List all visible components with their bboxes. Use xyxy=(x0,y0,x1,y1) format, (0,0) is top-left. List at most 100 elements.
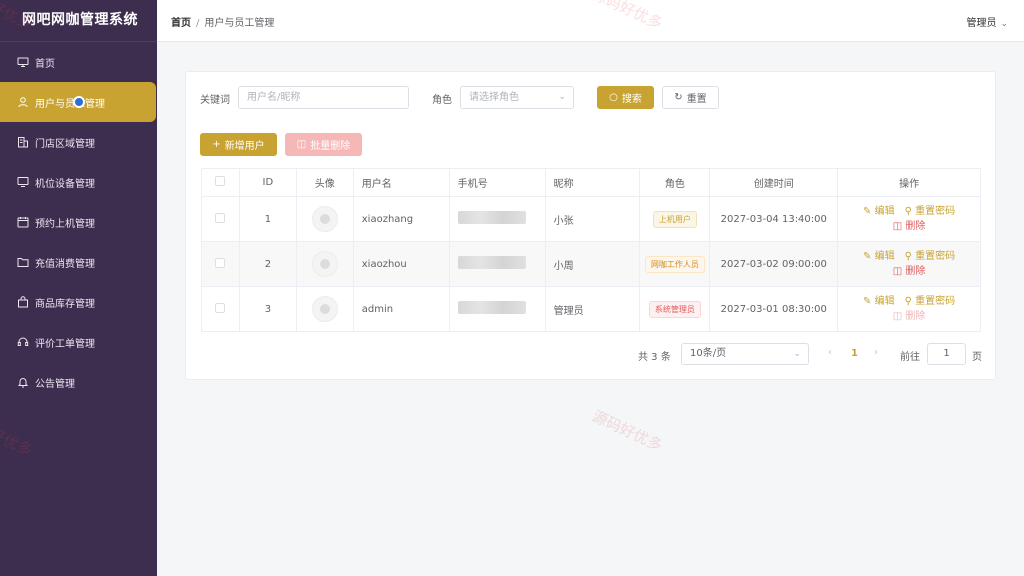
next-page-button[interactable]: › xyxy=(874,347,878,358)
select-all-cell[interactable] xyxy=(201,168,240,197)
edit-button[interactable]: ✎ 编辑 xyxy=(863,204,895,219)
sidebar-item-label: 首页 xyxy=(35,58,55,70)
add-user-button-label: 新增用户 xyxy=(224,141,265,152)
row-checkbox[interactable] xyxy=(215,302,226,313)
row-checkbox[interactable] xyxy=(215,212,226,223)
edit-button[interactable]: ✎ 编辑 xyxy=(863,249,895,264)
table-row: 3 admin 管理员 系统管理员 2027-03-01 08:30:00 ✎ … xyxy=(201,286,981,332)
avatar xyxy=(311,251,338,277)
table-header-row: ID 头像 用户名 手机号 昵称 角色 创建时间 操作 xyxy=(201,168,981,197)
sidebar-item-booking[interactable]: 预约上机管理 xyxy=(0,202,157,242)
delete-button[interactable]: ◫ 删除 xyxy=(893,264,926,279)
reset-password-label: 重置密码 xyxy=(915,206,956,217)
select-all-checkbox[interactable] xyxy=(215,176,226,186)
breadcrumb: 首页 / 用户与员工管理 xyxy=(171,14,274,29)
sidebar-item-label: 预约上机管理 xyxy=(35,218,95,230)
column-header-created: 创建时间 xyxy=(709,168,839,197)
masked-phone xyxy=(457,301,526,314)
breadcrumb-current: 用户与员工管理 xyxy=(204,18,275,29)
role-select[interactable]: 请选择角色 ⌄ xyxy=(460,86,574,109)
sidebar-item-devices[interactable]: 机位设备管理 xyxy=(0,162,157,202)
delete-label: 删除 xyxy=(905,266,926,277)
edit-label: 编辑 xyxy=(874,251,895,262)
user-menu[interactable]: 管理员 ⌄ xyxy=(966,14,1008,29)
cell-nickname: 小周 xyxy=(544,241,641,287)
sidebar-item-reviews[interactable]: 评价工单管理 xyxy=(0,322,157,362)
page-size-value: 10条/页 xyxy=(690,348,727,359)
cell-id: 2 xyxy=(238,241,297,287)
cell-nickname: 管理员 xyxy=(544,286,641,332)
key-icon: ⚲ xyxy=(904,206,912,217)
search-button-label: 搜索 xyxy=(621,94,642,105)
sidebar-item-inventory[interactable]: 商品库存管理 xyxy=(0,282,157,322)
sidebar-item-stores[interactable]: 门店区域管理 xyxy=(0,122,157,162)
delete-button-disabled: ◫ 删除 xyxy=(893,309,926,324)
table-row: 2 xiaozhou 小周 网咖工作人员 2027-03-02 09:00:00… xyxy=(201,241,981,287)
chevron-down-icon: ⌄ xyxy=(1000,19,1008,29)
user-icon xyxy=(17,96,29,108)
trash-icon: ◫ xyxy=(892,266,903,277)
goto-unit: 页 xyxy=(972,352,982,363)
cell-created: 2027-03-04 13:40:00 xyxy=(709,196,839,242)
keyword-label: 关键词 xyxy=(200,95,230,106)
column-header-username: 用户名 xyxy=(352,168,450,197)
top-bar: 首页 / 用户与员工管理 管理员 ⌄ xyxy=(157,0,1024,42)
masked-phone xyxy=(457,256,526,269)
sidebar-item-label: 评价工单管理 xyxy=(35,338,95,350)
edit-icon: ✎ xyxy=(863,251,872,262)
sidebar-item-label: 公告管理 xyxy=(35,378,75,390)
edit-button[interactable]: ✎ 编辑 xyxy=(863,294,895,309)
cell-username: xiaozhang xyxy=(352,196,450,242)
page-size-select[interactable]: 10条/页 ⌄ xyxy=(681,343,809,365)
sidebar-item-label: 充值消费管理 xyxy=(35,258,95,270)
reset-password-button[interactable]: ⚲ 重置密码 xyxy=(905,294,956,309)
avatar xyxy=(311,206,338,232)
sidebar-item-notices[interactable]: 公告管理 xyxy=(0,362,157,402)
trash-icon: ◫ xyxy=(892,311,903,322)
page-number-current[interactable]: 1 xyxy=(851,348,858,359)
sidebar-item-label: 门店区域管理 xyxy=(35,138,95,150)
users-table: ID 头像 用户名 手机号 昵称 角色 创建时间 操作 1 xiaozhang … xyxy=(201,168,981,332)
prev-page-button[interactable]: ‹ xyxy=(828,347,832,358)
cell-username: admin xyxy=(352,286,450,332)
row-checkbox[interactable] xyxy=(215,257,226,268)
cell-id: 1 xyxy=(238,196,297,242)
sidebar: 网吧网咖管理系统 首页 用户与员工管理 门店区域管理 机位设备管理 预约上机管理… xyxy=(0,0,157,576)
add-user-button[interactable]: + 新增用户 xyxy=(200,133,277,156)
sidebar-item-label: 机位设备管理 xyxy=(35,178,95,190)
app-title: 网吧网咖管理系统 xyxy=(0,0,157,42)
avatar xyxy=(311,296,338,322)
table-row: 1 xiaozhang 小张 上机用户 2027-03-04 13:40:00 … xyxy=(201,196,981,242)
main-card: 关键词 用户名/昵称 角色 请选择角色 ⌄ ○ 搜索 ↻ 重置 + 新增用户 ◫ 批量删… xyxy=(185,71,996,380)
user-name: 管理员 xyxy=(966,18,997,29)
sidebar-item-recharge[interactable]: 充值消费管理 xyxy=(0,242,157,282)
cell-nickname: 小张 xyxy=(544,196,641,242)
chevron-down-icon: ⌄ xyxy=(793,349,801,359)
column-header-role: 角色 xyxy=(639,168,711,197)
breadcrumb-home[interactable]: 首页 xyxy=(171,18,191,29)
search-icon: ○ xyxy=(609,92,618,103)
monitor-icon xyxy=(17,56,29,68)
reset-button[interactable]: ↻ 重置 xyxy=(662,86,719,109)
role-badge: 系统管理员 xyxy=(648,300,701,318)
edit-label: 编辑 xyxy=(874,296,895,307)
goto-page-input[interactable]: 1 xyxy=(927,343,966,365)
search-button[interactable]: ○ 搜索 xyxy=(597,86,654,109)
batch-delete-button[interactable]: ◫ 批量删除 xyxy=(285,133,362,156)
cell-created: 2027-03-02 09:00:00 xyxy=(709,241,839,287)
chevron-down-icon: ⌄ xyxy=(558,92,566,102)
sidebar-item-label: 用户与员工管理 xyxy=(35,98,105,110)
keyword-input[interactable]: 用户名/昵称 xyxy=(238,86,409,109)
sidebar-item-home[interactable]: 首页 xyxy=(0,42,157,82)
delete-button[interactable]: ◫ 删除 xyxy=(893,219,926,234)
role-label: 角色 xyxy=(432,95,452,106)
reset-password-button[interactable]: ⚲ 重置密码 xyxy=(905,204,956,219)
calendar-icon xyxy=(17,216,29,228)
edit-label: 编辑 xyxy=(874,206,895,217)
reset-password-button[interactable]: ⚲ 重置密码 xyxy=(905,249,956,264)
edit-icon: ✎ xyxy=(863,296,872,307)
delete-label: 删除 xyxy=(905,311,926,322)
role-select-placeholder: 请选择角色 xyxy=(469,92,519,103)
cell-username: xiaozhou xyxy=(352,241,450,287)
column-header-id: ID xyxy=(238,168,297,197)
